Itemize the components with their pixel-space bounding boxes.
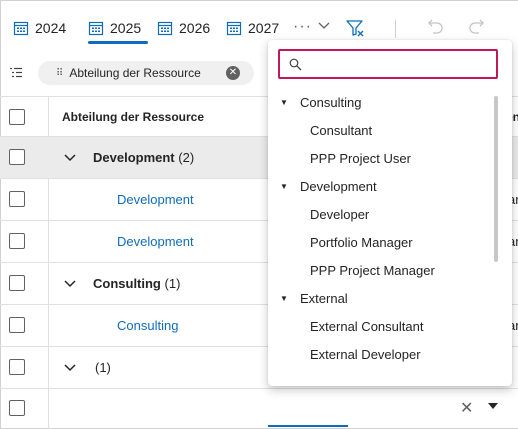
row-checkbox[interactable] xyxy=(9,359,25,375)
tab-year-label: 2024 xyxy=(35,20,67,36)
option-group-development[interactable]: Development xyxy=(300,179,377,194)
group-label: Consulting (1) xyxy=(93,276,180,291)
redo-icon[interactable] xyxy=(467,17,485,37)
toolbar-divider xyxy=(395,20,396,38)
group-label: (1) xyxy=(95,360,111,375)
dropdown-arrow-icon[interactable] xyxy=(488,403,498,409)
dropdown-scrollbar[interactable] xyxy=(494,96,498,262)
group-count: (1) xyxy=(164,276,181,291)
chevron-down-icon[interactable] xyxy=(64,154,76,162)
clear-selection-icon[interactable]: ✕ xyxy=(460,398,473,418)
tab-year-label: 2027 xyxy=(248,20,280,36)
select-all-checkbox[interactable] xyxy=(9,109,25,125)
tab-year-2024[interactable]: 2024 xyxy=(13,17,66,39)
calendar-icon xyxy=(88,21,104,36)
option-group-consulting[interactable]: Consulting xyxy=(300,95,361,110)
remove-chip-icon[interactable]: ✕ xyxy=(226,66,240,80)
tab-year-label: 2026 xyxy=(179,20,211,36)
clear-filter-icon[interactable] xyxy=(345,18,365,38)
expand-triangle-icon[interactable]: ▼ xyxy=(280,294,288,303)
drag-grip-icon[interactable]: ⠿ xyxy=(56,68,63,79)
tab-year-label: 2025 xyxy=(110,20,142,36)
row-checkbox[interactable] xyxy=(9,233,25,249)
row-checkbox[interactable] xyxy=(9,191,25,207)
chevron-down-icon[interactable] xyxy=(64,280,76,288)
group-name: Development xyxy=(93,150,175,165)
tab-year-2025[interactable]: 2025 xyxy=(88,17,141,39)
group-by-icon[interactable] xyxy=(9,67,23,79)
editor-focus-underline xyxy=(268,425,348,427)
group-by-chip[interactable]: ⠿ Abteilung der Ressource ✕ xyxy=(38,61,254,85)
option-external-developer[interactable]: External Developer xyxy=(310,347,421,362)
row-checkbox[interactable] xyxy=(9,317,25,333)
search-field[interactable] xyxy=(278,49,498,79)
group-count: (2) xyxy=(178,150,195,165)
department-link[interactable]: Development xyxy=(117,234,194,249)
calendar-icon xyxy=(13,21,29,36)
row-checkbox[interactable] xyxy=(9,400,25,416)
chevron-down-icon[interactable] xyxy=(64,364,76,372)
group-name: Consulting xyxy=(93,276,161,291)
search-icon xyxy=(289,58,302,71)
row-checkbox[interactable] xyxy=(9,275,25,291)
department-link[interactable]: Consulting xyxy=(117,318,178,333)
calendar-icon xyxy=(226,21,242,36)
department-link[interactable]: Development xyxy=(117,192,194,207)
department-dropdown: ▼ Consulting Consultant PPP Project User… xyxy=(268,40,512,386)
tab-year-2026[interactable]: 2026 xyxy=(157,17,210,39)
option-external-consultant[interactable]: External Consultant xyxy=(310,319,423,334)
option-ppp-project-manager[interactable]: PPP Project Manager xyxy=(310,263,435,278)
option-consultant[interactable]: Consultant xyxy=(310,123,372,138)
group-count: (1) xyxy=(95,360,111,375)
chevron-down-icon[interactable] xyxy=(318,22,330,30)
option-ppp-project-user[interactable]: PPP Project User xyxy=(310,151,411,166)
more-button[interactable]: ··· xyxy=(293,18,312,36)
column-header[interactable]: Abteilung der Ressource xyxy=(62,110,204,124)
table-row[interactable] xyxy=(0,389,518,429)
undo-icon[interactable] xyxy=(427,17,445,37)
active-tab-indicator xyxy=(88,41,148,44)
option-portfolio-manager[interactable]: Portfolio Manager xyxy=(310,235,413,250)
option-developer[interactable]: Developer xyxy=(310,207,369,222)
group-label: Development (2) xyxy=(93,150,194,165)
expand-triangle-icon[interactable]: ▼ xyxy=(280,182,288,191)
option-group-external[interactable]: External xyxy=(300,291,348,306)
tab-year-2027[interactable]: 2027 xyxy=(226,17,279,39)
expand-triangle-icon[interactable]: ▼ xyxy=(280,98,288,107)
group-by-chip-label: Abteilung der Ressource xyxy=(69,66,201,80)
calendar-icon xyxy=(157,21,173,36)
row-checkbox[interactable] xyxy=(9,149,25,165)
search-input[interactable] xyxy=(310,55,490,73)
